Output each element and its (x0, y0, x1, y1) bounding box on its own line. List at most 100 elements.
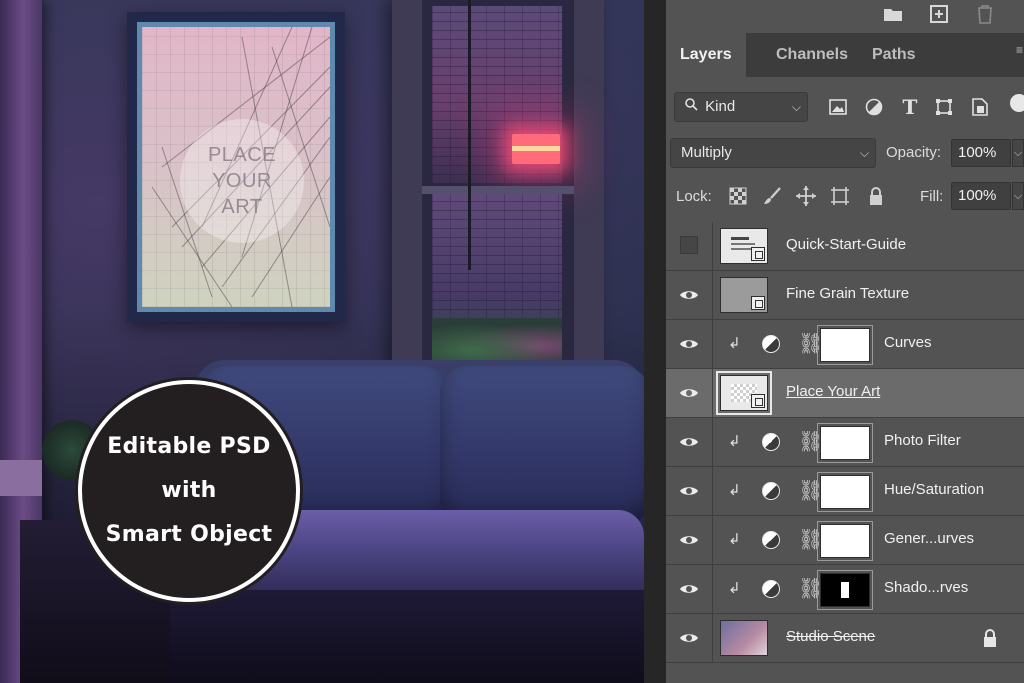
opacity-label: Opacity: (886, 144, 942, 161)
panel-divider (644, 0, 666, 683)
link-icon[interactable]: ⛓ (798, 331, 823, 357)
layer-row-curves[interactable]: ↲ ⛓ Curves (666, 320, 1024, 369)
blend-mode-select[interactable]: Multiply ⌵ (670, 138, 876, 168)
mockup-preview: PLACE YOUR ART Editable PSD with Smart O… (0, 0, 644, 683)
fill-input[interactable]: 100% (951, 182, 1011, 210)
smart-object-badge-icon (751, 296, 765, 310)
opacity-chevron-icon[interactable]: ⌵ (1012, 139, 1024, 167)
trash-icon[interactable] (974, 3, 996, 25)
layer-row-quick-start-guide[interactable]: Quick-Start-Guide (666, 222, 1024, 271)
chevron-down-icon: ⌵ (791, 100, 801, 114)
layer-row-general-curves[interactable]: ↲ ⛓ Gener...urves (666, 516, 1024, 565)
lock-paint-icon[interactable] (760, 184, 784, 208)
tab-layers[interactable]: Layers (666, 33, 746, 77)
link-icon[interactable]: ⛓ (798, 576, 823, 602)
layer-row-fine-grain-texture[interactable]: Fine Grain Texture (666, 271, 1024, 320)
visibility-column-divider (712, 271, 713, 320)
lock-all-icon[interactable] (864, 184, 888, 208)
link-icon[interactable]: ⛓ (798, 527, 823, 553)
badge-line: Editable PSD (107, 434, 271, 459)
badge-line: with (161, 478, 217, 503)
layer-thumbnail (720, 277, 768, 313)
filter-row: Kind ⌵ T (666, 92, 1024, 124)
folder-icon[interactable] (882, 3, 904, 25)
lock-move-icon[interactable] (794, 184, 818, 208)
visibility-column-divider (712, 565, 713, 614)
layer-row-hue-saturation[interactable]: ↲ ⛓ Hue/Saturation (666, 467, 1024, 516)
blend-row: Multiply ⌵ Opacity: 100% ⌵ (666, 138, 1024, 170)
eye-icon[interactable] (678, 284, 700, 306)
eye-icon[interactable] (678, 627, 700, 649)
layer-name: Gener...urves (884, 530, 975, 547)
type-filter-icon[interactable]: T (898, 95, 922, 119)
eye-icon[interactable] (678, 333, 700, 355)
smart-object-filter-icon[interactable] (968, 95, 992, 119)
search-icon (685, 93, 701, 121)
badge-line: Smart Object (105, 522, 273, 547)
panel-menu-icon[interactable]: ≡ (1016, 44, 1023, 56)
clipping-mask-icon: ↲ (728, 335, 741, 352)
new-layer-icon[interactable] (928, 3, 950, 25)
lock-icon[interactable] (982, 628, 1000, 648)
adjustment-layer-icon (762, 580, 780, 598)
clipping-mask-icon: ↲ (728, 482, 741, 499)
layer-row-place-your-art[interactable]: Place Your Art (666, 369, 1024, 418)
sofa-cushion-right (440, 366, 644, 526)
window-sash (422, 186, 574, 194)
eye-icon[interactable] (678, 578, 700, 600)
eye-icon[interactable] (678, 431, 700, 453)
layer-mask-thumbnail[interactable] (817, 472, 873, 512)
visibility-column-divider (712, 418, 713, 467)
shape-filter-icon[interactable] (932, 95, 956, 119)
lock-transparent-icon[interactable] (726, 184, 750, 208)
panel-tabs: Layers Channels Paths ≡ (666, 33, 1024, 77)
layer-name: Place Your Art (786, 383, 881, 400)
link-icon[interactable]: ⛓ (798, 429, 823, 455)
lock-artboard-icon[interactable] (828, 184, 852, 208)
tab-channels[interactable]: Channels (762, 33, 862, 77)
tab-paths[interactable]: Paths (858, 33, 930, 77)
garden-plants (432, 318, 562, 364)
adjustment-layer-icon (762, 335, 780, 353)
layer-name: Photo Filter (884, 432, 961, 449)
fill-label: Fill: (920, 188, 944, 205)
layer-mask-thumbnail[interactable] (817, 423, 873, 463)
eye-icon[interactable] (678, 529, 700, 551)
layer-row-photo-filter[interactable]: ↲ ⛓ Photo Filter (666, 418, 1024, 467)
layer-name: Curves (884, 334, 932, 351)
layer-mask-thumbnail[interactable] (817, 325, 873, 365)
poster-frame: PLACE YOUR ART (127, 12, 345, 322)
layer-name: Studio Scene (786, 628, 876, 645)
adjustment-layer-icon (762, 433, 780, 451)
layer-mask-thumbnail[interactable] (817, 521, 873, 561)
blend-mode-value: Multiply (681, 144, 732, 161)
poster-mat: PLACE YOUR ART (137, 22, 335, 312)
panel-body: Layers Channels Paths ≡ Kind ⌵ T Multipl… (666, 0, 1024, 683)
layer-thumbnail (720, 620, 768, 656)
layer-mask-thumbnail[interactable] (817, 570, 873, 610)
layer-thumbnail (720, 228, 768, 264)
visibility-column-divider (712, 516, 713, 565)
visibility-column-divider (712, 614, 713, 663)
layers-panel: Layers Channels Paths ≡ Kind ⌵ T Multipl… (644, 0, 1024, 683)
clipping-mask-icon: ↲ (728, 580, 741, 597)
eye-icon[interactable] (678, 480, 700, 502)
clipping-mask-icon: ↲ (728, 531, 741, 548)
neon-sign (512, 134, 560, 164)
visibility-column-divider (712, 467, 713, 516)
filter-toggle-icon[interactable] (1010, 94, 1024, 112)
adjustment-filter-icon[interactable] (862, 95, 886, 119)
place-your-art-placeholder: PLACE YOUR ART (180, 119, 304, 243)
clipping-mask-icon: ↲ (728, 433, 741, 450)
layer-row-studio-scene[interactable]: Studio Scene (666, 614, 1024, 663)
visibility-toggle-empty[interactable] (680, 236, 698, 254)
layer-row-shadow-curves[interactable]: ↲ ⛓ Shado...rves (666, 565, 1024, 614)
opacity-input[interactable]: 100% (951, 139, 1011, 167)
filter-kind-select[interactable]: Kind ⌵ (674, 92, 808, 122)
fill-chevron-icon[interactable]: ⌵ (1012, 182, 1024, 210)
link-icon[interactable]: ⛓ (798, 478, 823, 504)
layer-name: Hue/Saturation (884, 481, 985, 498)
image-filter-icon[interactable] (826, 95, 850, 119)
placeholder-line: PLACE (207, 144, 277, 166)
eye-icon[interactable] (678, 382, 700, 404)
